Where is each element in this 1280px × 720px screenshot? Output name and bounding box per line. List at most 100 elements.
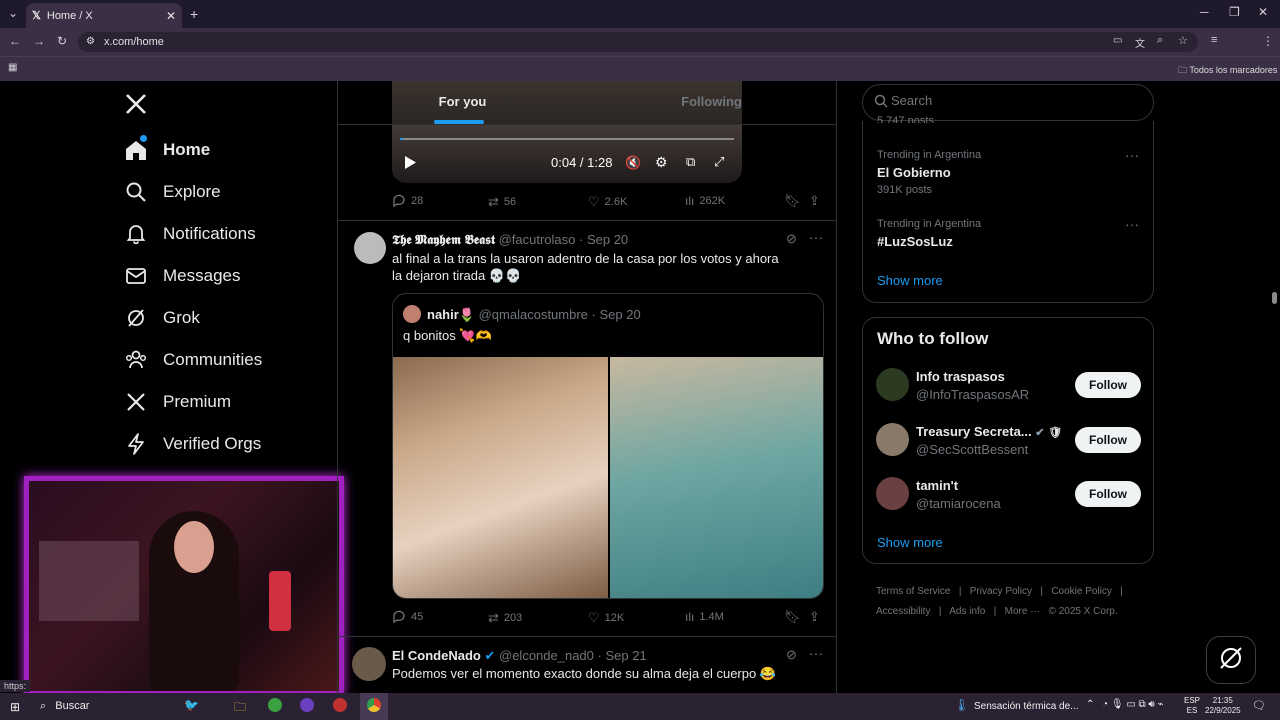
repost-button[interactable]: ⇄ 203 <box>488 610 522 626</box>
mute-icon[interactable]: 🔇 <box>625 155 641 171</box>
reply-button[interactable]: 28 <box>392 194 423 208</box>
pip-icon[interactable]: ⧉ <box>686 154 695 170</box>
app-icon[interactable] <box>268 698 282 712</box>
follow-show-more[interactable]: Show more <box>877 535 943 550</box>
site-info-icon[interactable]: ⚙ <box>86 32 95 52</box>
footer-link[interactable]: Privacy Policy <box>970 586 1032 597</box>
follow-user-name[interactable]: tamin't <box>916 478 958 493</box>
footer-more-link[interactable]: More ··· <box>1005 606 1041 617</box>
bookmark-icon[interactable]: 🔖︎ <box>784 609 801 625</box>
grok-icon[interactable]: ⊘ <box>786 647 797 663</box>
trends-show-more[interactable]: Show more <box>877 273 943 288</box>
footer-link[interactable]: Cookie Policy <box>1051 586 1112 597</box>
footer-link[interactable]: Accessibility <box>876 606 930 617</box>
grok-icon[interactable]: ⊘ <box>786 231 797 247</box>
tab-for-you[interactable]: For you <box>338 81 587 125</box>
avatar[interactable] <box>876 477 909 510</box>
clock[interactable]: 21:35 22/9/2025 <box>1205 696 1241 716</box>
nav-communities[interactable]: Communities <box>124 342 262 378</box>
bookmark-star-icon[interactable]: ☆ <box>1178 34 1188 47</box>
more-menu-icon[interactable]: ⋮ <box>1262 34 1274 48</box>
scrollbar-thumb[interactable] <box>1272 292 1277 304</box>
app-icon[interactable] <box>300 698 314 712</box>
language-indicator[interactable]: ESP ES <box>1184 696 1200 716</box>
quoted-post[interactable]: nahir🌷 @qmalacostumbre · Sep 20 q bonito… <box>392 293 824 599</box>
back-icon[interactable]: ← <box>9 34 21 48</box>
minimize-icon[interactable]: ─ <box>1200 5 1209 19</box>
zoom-icon[interactable]: ⌕ <box>1157 34 1163 47</box>
chrome-taskbar-button[interactable] <box>360 693 388 720</box>
more-options-icon[interactable]: ··· <box>809 229 823 245</box>
share-icon[interactable]: ⇪ <box>809 193 820 209</box>
close-window-icon[interactable]: ✕ <box>1258 5 1268 19</box>
bookmark-icon[interactable]: 🔖︎ <box>784 193 801 209</box>
nav-notifications[interactable]: Notifications <box>124 216 256 252</box>
trend-item[interactable]: Trending in Argentina El Gobierno 391K p… <box>863 141 1153 201</box>
tray-chevron-icon[interactable]: ⌃ <box>1086 699 1094 710</box>
widget-icon[interactable]: 🐦 <box>184 698 199 712</box>
views-button[interactable]: ılı 262K <box>685 194 725 208</box>
file-explorer-icon[interactable]: 🗀 <box>234 698 246 719</box>
more-options-icon[interactable]: ··· <box>1125 147 1139 163</box>
x-logo-icon[interactable] <box>124 92 148 116</box>
taskbar-search[interactable]: ⌕ Buscar <box>40 700 89 713</box>
reload-icon[interactable]: ↻ <box>57 34 67 48</box>
follow-button[interactable]: Follow <box>1075 481 1141 507</box>
close-tab-icon[interactable]: ✕ <box>166 9 176 23</box>
like-button[interactable]: ♡ 12K <box>588 610 624 626</box>
post-date[interactable]: · Sep 21 <box>598 648 647 663</box>
settings-gear-icon[interactable]: ⚙ <box>655 154 668 171</box>
notification-center-icon[interactable]: 🗨︎ <box>1252 699 1266 712</box>
trend-item[interactable]: Trending in Argentina #LuzSosLuz ··· <box>863 210 1153 255</box>
like-button[interactable]: ♡ 2.6K <box>588 194 627 210</box>
browser-tab[interactable]: 𝕏 Home / X ✕ <box>26 3 182 28</box>
follow-button[interactable]: Follow <box>1075 427 1141 453</box>
post-date[interactable]: · Sep 20 <box>579 232 628 247</box>
weather-text[interactable]: Sensación térmica de... <box>974 701 1079 712</box>
nav-verified-orgs[interactable]: Verified Orgs <box>124 426 261 462</box>
quote-image-left[interactable] <box>393 357 608 598</box>
reading-list-icon[interactable]: ≡ <box>1211 34 1217 46</box>
follow-user-name[interactable]: Treasury Secreta... <box>916 424 1032 439</box>
author-handle[interactable]: @facutrolaso <box>499 232 576 247</box>
follow-user-handle[interactable]: @InfoTraspasosAR <box>916 387 1029 402</box>
share-icon[interactable]: ⇪ <box>809 609 820 625</box>
restore-icon[interactable]: ❐ <box>1229 5 1240 19</box>
url-field[interactable]: ⚙ x.com/home <box>78 32 1198 52</box>
author-name[interactable]: El CondeNado <box>392 648 481 663</box>
tab-following[interactable]: Following <box>587 81 836 125</box>
nav-home[interactable]: Home <box>124 132 210 168</box>
reply-button[interactable]: 45 <box>392 610 423 624</box>
fullscreen-icon[interactable]: ⤢ <box>714 154 724 170</box>
footer-link[interactable]: Terms of Service <box>876 586 950 597</box>
translate-icon[interactable]: 文 <box>1135 35 1145 50</box>
new-tab-icon[interactable]: + <box>190 6 198 22</box>
avatar[interactable] <box>876 423 909 456</box>
nav-grok[interactable]: Grok <box>124 300 200 336</box>
follow-user-name[interactable]: Info traspasos <box>916 369 1005 384</box>
author-handle[interactable]: @elconde_nad0 <box>499 648 594 663</box>
grok-floating-button[interactable] <box>1206 636 1256 684</box>
follow-user-handle[interactable]: @SecScottBessent <box>916 442 1028 457</box>
app-icon[interactable] <box>333 698 347 712</box>
repost-button[interactable]: ⇄ 56 <box>488 194 516 210</box>
more-options-icon[interactable]: ··· <box>1125 216 1139 232</box>
footer-link[interactable]: Ads info <box>949 606 985 617</box>
nav-explore[interactable]: Explore <box>124 174 221 210</box>
tab-list-icon[interactable]: ⌄ <box>8 6 18 20</box>
follow-user-handle[interactable]: @tamiarocena <box>916 496 1001 511</box>
video-progress-bar[interactable] <box>400 138 734 140</box>
follow-button[interactable]: Follow <box>1075 372 1141 398</box>
play-icon[interactable] <box>404 155 417 175</box>
search-input[interactable] <box>891 93 1131 108</box>
forward-icon[interactable]: → <box>33 34 45 48</box>
quote-image-right[interactable] <box>610 357 823 598</box>
avatar[interactable] <box>876 368 909 401</box>
nav-messages[interactable]: Messages <box>124 258 240 294</box>
windows-start-icon[interactable]: ⊞ <box>10 700 20 714</box>
all-bookmarks-folder[interactable]: 🗀 Todos los marcadores <box>1178 63 1277 79</box>
install-icon[interactable]: ▭ <box>1113 35 1122 46</box>
more-options-icon[interactable]: ··· <box>809 645 823 661</box>
nav-premium[interactable]: Premium <box>124 384 231 420</box>
avatar[interactable] <box>354 232 386 264</box>
